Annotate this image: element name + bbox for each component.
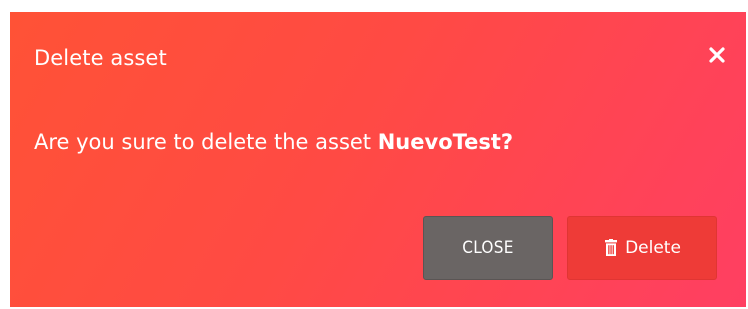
trash-icon [603, 239, 619, 257]
delete-button-label: Delete [625, 238, 681, 258]
delete-asset-dialog: Delete asset Are you sure to delete the … [10, 12, 746, 307]
close-button[interactable]: CLOSE [423, 216, 553, 280]
close-icon[interactable] [706, 44, 728, 66]
close-button-label: CLOSE [462, 238, 514, 258]
message-text: Are you sure to delete the asset [34, 130, 378, 154]
confirmation-message: Are you sure to delete the asset NuevoTe… [34, 130, 513, 154]
asset-name: NuevoTest? [377, 130, 514, 154]
dialog-title: Delete asset [34, 46, 167, 70]
delete-button[interactable]: Delete [567, 216, 717, 280]
